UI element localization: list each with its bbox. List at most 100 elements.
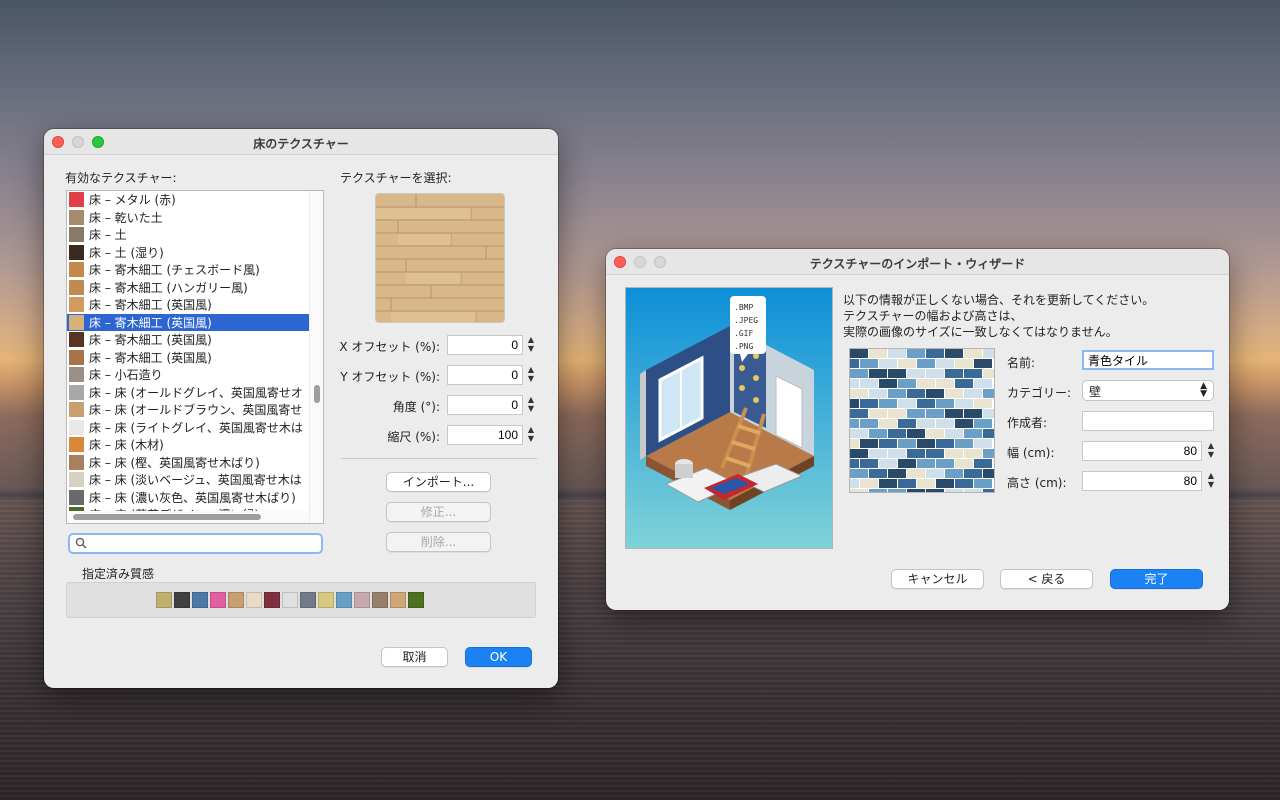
texture-list-item[interactable]: 床 – 土 (湿り): [67, 244, 323, 262]
height-stepper[interactable]: ▲ ▼: [1205, 471, 1217, 491]
cancel-button[interactable]: キャンセル: [891, 569, 984, 589]
assigned-texture-swatch[interactable]: [336, 592, 352, 608]
texture-list-item[interactable]: 床 – 床 (淡いベージュ、英国風寄せ木は: [67, 471, 323, 489]
assigned-texture-swatch[interactable]: [174, 592, 190, 608]
texture-list-item-label: 床 – 床 (濃い灰色、英国風寄せ木ばり): [89, 490, 296, 505]
texture-swatch: [69, 367, 84, 383]
category-select[interactable]: 壁 ▲ ▼: [1082, 380, 1214, 401]
assigned-texture-swatch[interactable]: [210, 592, 226, 608]
angle-stepper[interactable]: ▲ ▼: [525, 395, 537, 415]
assigned-texture-swatch[interactable]: [354, 592, 370, 608]
assigned-textures-panel: [66, 582, 536, 618]
texture-swatch: [69, 419, 84, 435]
format-gif: .GIF: [734, 329, 753, 338]
separator: [341, 458, 537, 459]
height-field[interactable]: [1082, 471, 1202, 491]
texture-swatch: [69, 384, 84, 400]
texture-list-item[interactable]: 床 – 寄木細工 (ハンガリー風): [67, 279, 323, 297]
texture-list-item[interactable]: 床 – 床 (オールドグレイ、英国風寄せオ: [67, 384, 323, 402]
chevron-updown-icon: ▲ ▼: [1200, 381, 1207, 399]
scale-stepper[interactable]: ▲ ▼: [525, 425, 537, 445]
horizontal-scrollbar[interactable]: [67, 511, 309, 523]
assigned-texture-swatch[interactable]: [264, 592, 280, 608]
texture-list-item-label: 床 – 寄木細工 (英国風): [89, 333, 212, 348]
format-png: .PNG: [734, 342, 753, 351]
texture-swatch: [69, 297, 84, 313]
assigned-texture-swatch[interactable]: [318, 592, 334, 608]
texture-swatch: [69, 437, 84, 453]
x-offset-label: X オフセット (%):: [339, 340, 440, 354]
texture-list-item-label: 床 – 床 (樫、英国風寄せ木ばり): [89, 455, 260, 470]
texture-list-item[interactable]: 床 – 床 (ライトグレイ、英国風寄せ木は: [67, 419, 323, 437]
texture-list-item-label: 床 – 寄木細工 (ハンガリー風): [89, 280, 248, 295]
texture-list-item[interactable]: 床 – 寄木細工 (英国風): [67, 313, 323, 331]
titlebar: 床のテクスチャー: [44, 129, 558, 155]
texture-swatch: [69, 279, 84, 295]
scrollbar-thumb[interactable]: [73, 514, 261, 520]
search-input[interactable]: [90, 536, 318, 551]
format-bmp: .BMP: [734, 303, 753, 312]
texture-list-item-label: 床 – 寄木細工 (英国風): [89, 298, 212, 313]
texture-list-item[interactable]: 床 – 小石造り: [67, 366, 323, 384]
category-value: 壁: [1089, 385, 1102, 399]
search-field[interactable]: [68, 533, 323, 554]
texture-list-item-label: 床 – 乾いた土: [89, 210, 163, 225]
texture-list-item[interactable]: 床 – 寄木細工 (チェスボード風): [67, 261, 323, 279]
assigned-texture-swatch[interactable]: [372, 592, 388, 608]
texture-swatch: [69, 192, 84, 208]
import-button[interactable]: インポート...: [386, 472, 491, 492]
vertical-scrollbar[interactable]: [309, 191, 323, 523]
x-offset-stepper[interactable]: ▲ ▼: [525, 335, 537, 355]
texture-swatch: [69, 244, 84, 260]
author-label: 作成者:: [1007, 416, 1048, 430]
back-button[interactable]: < 戻る: [1000, 569, 1093, 589]
titlebar: テクスチャーのインポート・ウィザード: [606, 249, 1229, 275]
x-offset-field[interactable]: [447, 335, 523, 355]
width-field[interactable]: [1082, 441, 1202, 461]
texture-list-item[interactable]: 床 – 床 (木材): [67, 436, 323, 454]
assigned-texture-swatch[interactable]: [282, 592, 298, 608]
author-field[interactable]: [1082, 411, 1214, 431]
texture-list-item[interactable]: 床 – 寄木細工 (英国風): [67, 296, 323, 314]
scale-label: 縮尺 (%):: [387, 430, 440, 444]
height-label: 高さ (cm):: [1007, 476, 1067, 490]
assigned-texture-swatch[interactable]: [408, 592, 424, 608]
window-title: 床のテクスチャー: [253, 137, 349, 151]
y-offset-stepper[interactable]: ▲ ▼: [525, 365, 537, 385]
texture-list-item[interactable]: 床 – 床 (オールドブラウン、英国風寄せ: [67, 401, 323, 419]
ok-button[interactable]: OK: [465, 647, 532, 667]
texture-list-item[interactable]: 床 – 床 (濃い灰色、英国風寄せ木ばり): [67, 489, 323, 507]
assigned-texture-swatch[interactable]: [156, 592, 172, 608]
assigned-textures-label: 指定済み質感: [82, 567, 155, 581]
texture-list[interactable]: 床 – メタル (赤) 床 – 乾いた土床 – 土床 – 土 (湿り) 床 – 寄木…: [66, 190, 324, 524]
texture-list-item[interactable]: 床 – 土: [67, 226, 323, 244]
texture-list-item[interactable]: 床 – メタル (赤): [67, 191, 323, 209]
texture-list-item-label: 床 – 寄木細工 (チェスボード風): [89, 263, 260, 278]
assigned-texture-swatch[interactable]: [228, 592, 244, 608]
finish-button[interactable]: 完了: [1110, 569, 1203, 589]
instruction-line: 実際の画像のサイズに一致しなくてはなりません。: [843, 325, 1118, 339]
texture-list-item[interactable]: 床 – 乾いた土: [67, 209, 323, 227]
assigned-texture-swatch[interactable]: [300, 592, 316, 608]
scale-field[interactable]: [447, 425, 523, 445]
name-field[interactable]: [1082, 350, 1214, 370]
texture-list-item[interactable]: 床 – 寄木細工 (英国風): [67, 349, 323, 367]
assigned-texture-swatch[interactable]: [390, 592, 406, 608]
y-offset-field[interactable]: [447, 365, 523, 385]
width-stepper[interactable]: ▲ ▼: [1205, 441, 1217, 461]
floor-texture-window: 床のテクスチャー 有効なテクスチャー: テクスチャーを選択: 床 – メタル (…: [44, 129, 558, 688]
assigned-texture-swatch[interactable]: [246, 592, 262, 608]
texture-list-item[interactable]: 床 – 床 (樫、英国風寄せ木ばり): [67, 454, 323, 472]
modify-button[interactable]: 修正...: [386, 502, 491, 522]
search-icon: [75, 537, 87, 552]
cancel-button[interactable]: 取消: [381, 647, 448, 667]
texture-list-item-label: 床 – 土: [89, 228, 127, 243]
texture-swatch: [69, 454, 84, 470]
angle-field[interactable]: [447, 395, 523, 415]
delete-button[interactable]: 削除...: [386, 532, 491, 552]
texture-list-item[interactable]: 床 – 寄木細工 (英国風): [67, 331, 323, 349]
texture-list-item-label: 床 – 土 (湿り): [89, 245, 164, 260]
texture-list-item-label: 床 – 寄木細工 (英国風): [89, 315, 212, 330]
window-title: テクスチャーのインポート・ウィザード: [809, 257, 1026, 271]
assigned-texture-swatch[interactable]: [192, 592, 208, 608]
